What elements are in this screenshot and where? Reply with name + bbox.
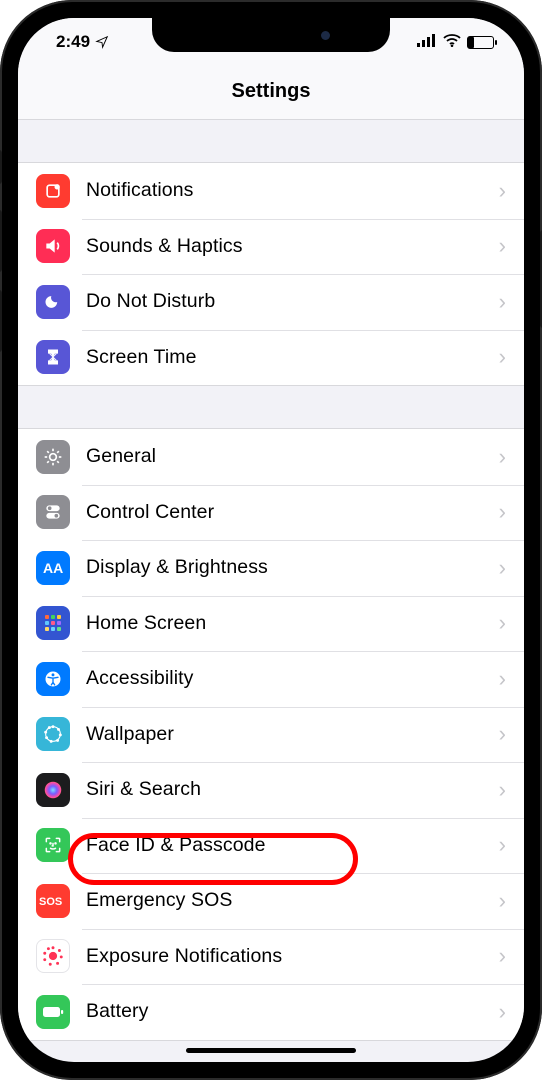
chevron-right-icon: › (499, 499, 506, 525)
exposure-icon (36, 939, 70, 973)
row-sounds[interactable]: Sounds & Haptics › (18, 219, 524, 275)
row-label: Sounds & Haptics (86, 235, 499, 258)
display-icon: AA (36, 551, 70, 585)
home-screen-icon (36, 606, 70, 640)
chevron-right-icon: › (499, 444, 506, 470)
chevron-right-icon: › (499, 178, 506, 204)
control-center-icon (36, 495, 70, 529)
row-display[interactable]: AA Display & Brightness › (18, 540, 524, 596)
group-spacer (18, 386, 524, 428)
home-indicator[interactable] (186, 1048, 356, 1053)
row-label: Accessibility (86, 667, 499, 690)
row-label: Notifications (86, 179, 499, 202)
device-frame: 2:49 (0, 0, 542, 1080)
row-control-center[interactable]: Control Center › (18, 485, 524, 541)
row-label: Screen Time (86, 346, 499, 369)
row-battery[interactable]: Battery › (18, 984, 524, 1040)
accessibility-icon (36, 662, 70, 696)
row-label: Home Screen (86, 612, 499, 635)
row-label: Battery (86, 1000, 499, 1023)
row-wallpaper[interactable]: Wallpaper › (18, 707, 524, 763)
row-label: Display & Brightness (86, 556, 499, 579)
chevron-right-icon: › (499, 289, 506, 315)
settings-group-2: General › Control Center › AA Display & … (18, 428, 524, 1041)
chevron-right-icon: › (499, 666, 506, 692)
status-time: 2:49 (56, 32, 90, 52)
faceid-icon (36, 828, 70, 862)
chevron-right-icon: › (499, 999, 506, 1025)
row-faceid-passcode[interactable]: Face ID & Passcode › (18, 818, 524, 874)
battery-low-icon (467, 36, 494, 49)
siri-icon (36, 773, 70, 807)
row-home-screen[interactable]: Home Screen › (18, 596, 524, 652)
chevron-right-icon: › (499, 721, 506, 747)
wallpaper-icon (36, 717, 70, 751)
chevron-right-icon: › (499, 610, 506, 636)
row-label: Wallpaper (86, 723, 499, 746)
row-emergency-sos[interactable]: SOS Emergency SOS › (18, 873, 524, 929)
chevron-right-icon: › (499, 777, 506, 803)
row-siri[interactable]: Siri & Search › (18, 762, 524, 818)
cellular-signal-icon (417, 32, 437, 52)
row-dnd[interactable]: Do Not Disturb › (18, 274, 524, 330)
chevron-right-icon: › (499, 233, 506, 259)
location-arrow-icon (95, 35, 109, 49)
sos-icon: SOS (36, 884, 70, 918)
row-accessibility[interactable]: Accessibility › (18, 651, 524, 707)
row-label: Exposure Notifications (86, 945, 499, 968)
notifications-icon (36, 174, 70, 208)
row-screen-time[interactable]: Screen Time › (18, 330, 524, 386)
svg-text:SOS: SOS (39, 896, 62, 908)
notch (152, 18, 390, 52)
row-label: Emergency SOS (86, 889, 499, 912)
row-general[interactable]: General › (18, 429, 524, 485)
row-label: Siri & Search (86, 778, 499, 801)
row-label: Control Center (86, 501, 499, 524)
row-label: General (86, 445, 499, 468)
svg-text:AA: AA (43, 560, 63, 576)
screen-time-icon (36, 340, 70, 374)
settings-group-1: Notifications › Sounds & Haptics › Do No… (18, 162, 524, 386)
general-icon (36, 440, 70, 474)
page-title: Settings (18, 66, 524, 120)
chevron-right-icon: › (499, 832, 506, 858)
row-label: Face ID & Passcode (86, 834, 499, 857)
wifi-icon (443, 32, 461, 52)
group-spacer (18, 120, 524, 162)
battery-icon (36, 995, 70, 1029)
chevron-right-icon: › (499, 344, 506, 370)
chevron-right-icon: › (499, 555, 506, 581)
row-label: Do Not Disturb (86, 290, 499, 313)
sounds-icon (36, 229, 70, 263)
do-not-disturb-icon (36, 285, 70, 319)
chevron-right-icon: › (499, 888, 506, 914)
screen: 2:49 (18, 18, 524, 1062)
chevron-right-icon: › (499, 943, 506, 969)
row-notifications[interactable]: Notifications › (18, 163, 524, 219)
row-exposure[interactable]: Exposure Notifications › (18, 929, 524, 985)
